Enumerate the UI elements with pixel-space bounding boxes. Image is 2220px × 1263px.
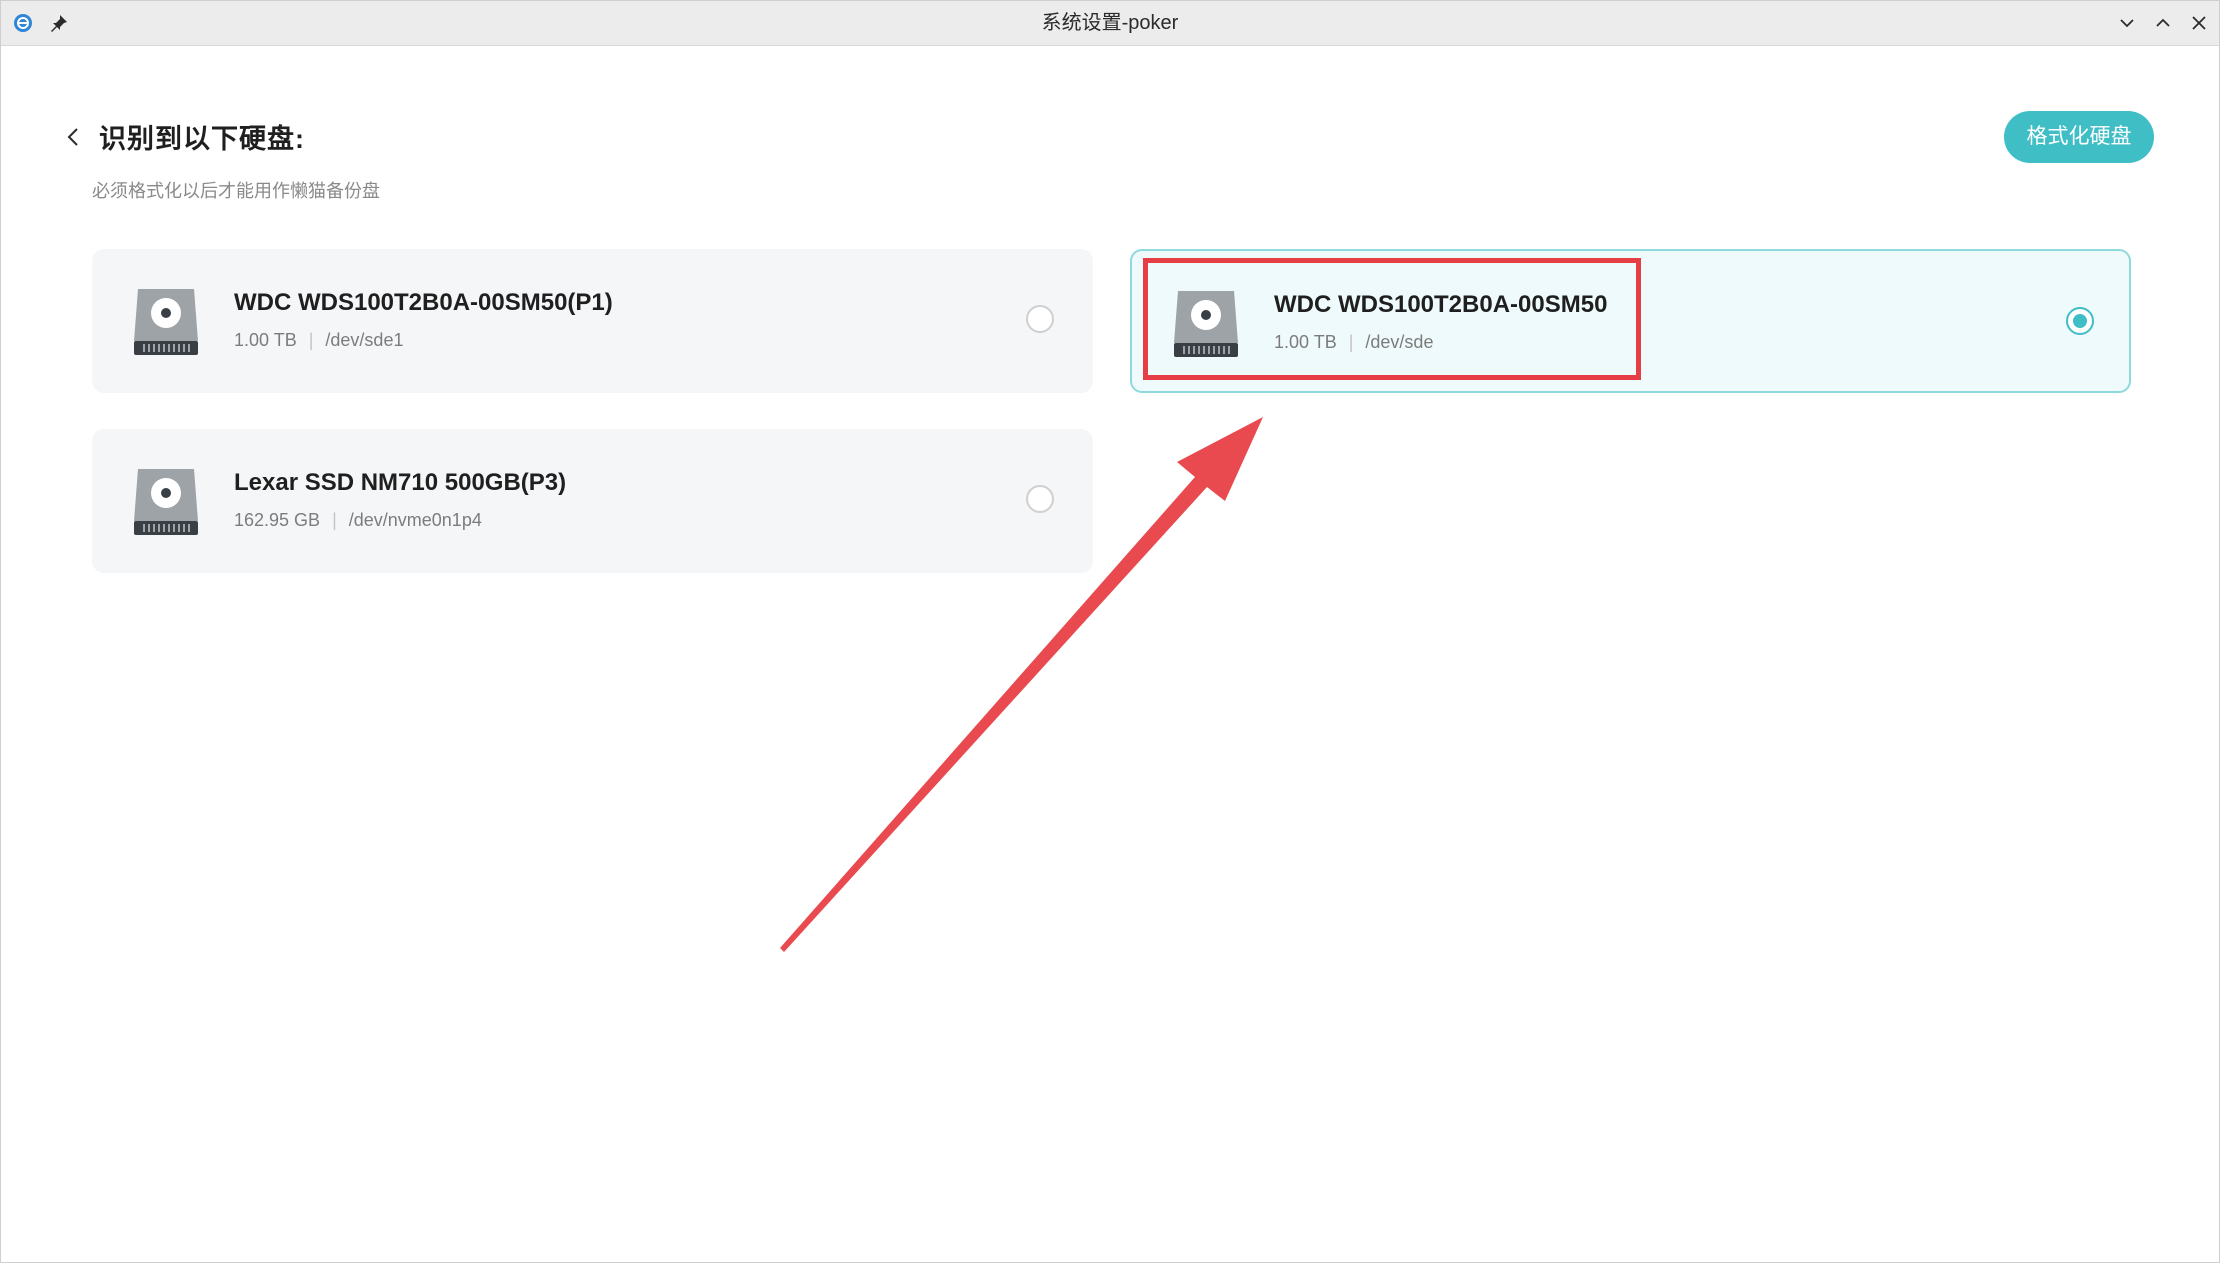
disk-meta: 1.00 TB | /dev/sde [1274,332,1433,353]
disk-meta: 162.95 GB | /dev/nvme0n1p4 [234,510,482,531]
disk-name: WDC WDS100T2B0A-00SM50(P1) [234,289,613,316]
disk-card-sde1[interactable]: WDC WDS100T2B0A-00SM50(P1) 1.00 TB | /dev/… [92,249,1093,393]
window-title: 系统设置-poker [1041,12,1179,34]
disk-radio[interactable] [1026,305,1054,333]
page-title: 识别到以下硬盘: [99,124,305,154]
hard-disk-icon [134,289,198,355]
disk-size: 162.95 GB [234,510,321,530]
disk-card-sde[interactable]: WDC WDS100T2B0A-00SM50 1.00 TB | /dev/sde [1130,249,2131,393]
disk-radio[interactable] [1026,485,1054,513]
page-subtitle: 必须格式化以后才能用作懒猫备份盘 [92,181,380,201]
close-icon[interactable] [2189,13,2209,33]
format-disk-button[interactable]: 格式化硬盘 [2004,111,2154,163]
hard-disk-icon [1174,291,1238,357]
meta-separator: | [332,510,337,530]
settings-window: 系统设置-poker 识别到以下硬盘: 必须格式化以后才能用作懒猫备份盘 格式化… [0,0,2220,1263]
disk-name: Lexar SSD NM710 500GB(P3) [234,469,567,496]
title-bar: 系统设置-poker [1,1,2219,46]
chevron-down-icon[interactable] [2117,13,2137,33]
meta-separator: | [1348,332,1354,352]
disk-meta: 1.00 TB | /dev/sde1 [234,330,403,351]
disk-device: /dev/nvme0n1p4 [348,510,482,530]
hard-disk-icon [134,469,198,535]
disk-device: /dev/sde [1365,332,1434,352]
disk-device: /dev/sde1 [325,330,404,350]
chevron-up-icon[interactable] [2153,13,2173,33]
disk-size: 1.00 TB [1274,332,1337,352]
meta-separator: | [308,330,314,350]
disk-radio-selected[interactable] [2066,307,2094,335]
chevron-left-icon[interactable] [63,125,83,149]
disk-card-nvme0n1p4[interactable]: Lexar SSD NM710 500GB(P3) 162.95 GB | /dev… [92,429,1093,573]
disk-size: 1.00 TB [234,330,297,350]
disk-name: WDC WDS100T2B0A-00SM50 [1274,291,1608,318]
